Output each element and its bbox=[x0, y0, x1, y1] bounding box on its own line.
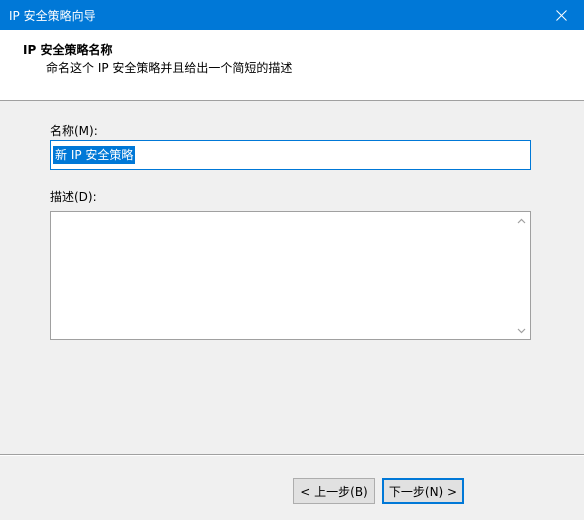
close-icon bbox=[555, 9, 567, 21]
header-subtitle: 命名这个 IP 安全策略并且给出一个简短的描述 bbox=[46, 61, 293, 75]
wizard-header: IP 安全策略名称 命名这个 IP 安全策略并且给出一个简短的描述 bbox=[0, 30, 584, 101]
window-title: IP 安全策略向导 bbox=[9, 9, 96, 23]
description-label: 描述(D): bbox=[50, 190, 97, 204]
title-bar: IP 安全策略向导 bbox=[0, 0, 584, 30]
name-input[interactable]: 新 IP 安全策略 bbox=[50, 140, 531, 170]
next-button[interactable]: 下一步(N) > bbox=[382, 478, 464, 504]
description-textarea[interactable] bbox=[50, 211, 531, 340]
back-button[interactable]: < 上一步(B) bbox=[293, 478, 375, 504]
close-button[interactable] bbox=[538, 0, 584, 30]
name-label: 名称(M): bbox=[50, 124, 98, 138]
footer-separator bbox=[0, 454, 584, 456]
chevron-down-icon bbox=[517, 328, 526, 333]
scroll-down-button[interactable] bbox=[513, 322, 530, 339]
chevron-up-icon bbox=[517, 218, 526, 223]
header-title: IP 安全策略名称 bbox=[23, 43, 113, 57]
name-input-value: 新 IP 安全策略 bbox=[53, 146, 136, 164]
scroll-up-button[interactable] bbox=[513, 212, 530, 229]
description-scrollbar[interactable] bbox=[513, 212, 530, 339]
